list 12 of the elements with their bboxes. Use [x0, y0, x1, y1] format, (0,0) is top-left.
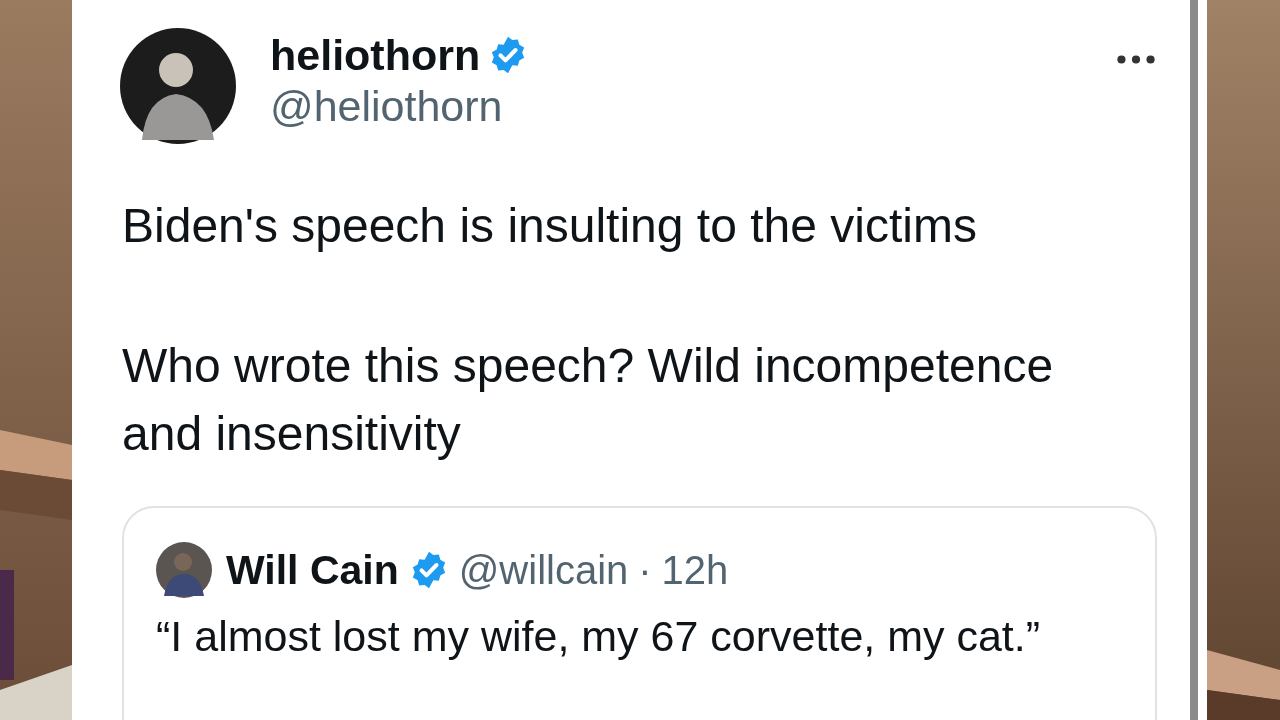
avatar — [156, 542, 212, 598]
quoted-author-handle: @willcain — [458, 547, 629, 593]
timestamp: 12h — [661, 547, 729, 593]
separator-dot: · — [638, 547, 652, 593]
author-name: heliothorn — [270, 32, 481, 78]
tweet-text: Biden's speech is insulting to the victims — [122, 198, 978, 254]
quoted-author-name: Will Cain — [226, 546, 399, 594]
quoted-tweet-text: “I almost lost my wife, my 67 corvette, my cat.” — [156, 612, 1042, 661]
tweet-text: Who wrote this speech? Wild incompetence and insensitivity — [122, 338, 1055, 462]
more-icon[interactable] — [1116, 54, 1156, 65]
author-handle: @heliothorn — [270, 81, 504, 132]
quoted-tweet[interactable]: Will Cain @willcain · 12h “I almost lost my wife, my 67 corvette, my cat.” — [122, 506, 1157, 720]
